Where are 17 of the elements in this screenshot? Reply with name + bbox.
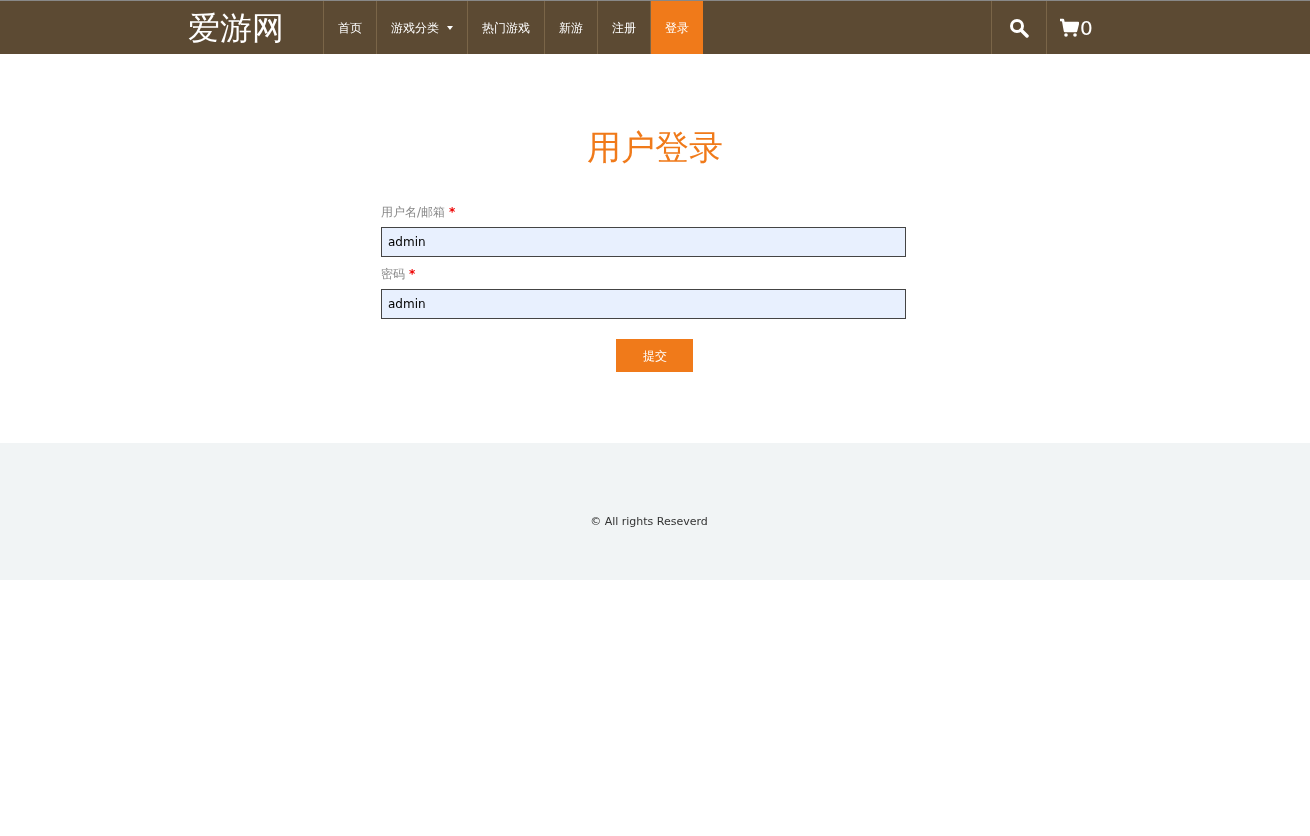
field-label: 用户名/邮箱 <box>381 204 446 221</box>
nav-link[interactable]: 热门游戏 <box>467 1 544 54</box>
nav-link[interactable]: 首页 <box>323 1 376 54</box>
copyright-text: © All rights Reseverd <box>590 514 708 531</box>
cart-count: 0 <box>1080 14 1093 42</box>
nav-link[interactable]: 游戏分类 <box>376 1 467 54</box>
field-label: 密码 <box>381 266 405 283</box>
cart-icon <box>1059 17 1079 38</box>
brand-logo[interactable]: 爱游网 <box>180 1 323 54</box>
nav-link[interactable]: 新游 <box>544 1 597 54</box>
search-icon <box>1009 17 1029 38</box>
input-field[interactable]: admin <box>381 227 906 257</box>
cart-button[interactable]: 0 <box>1046 1 1310 54</box>
input-field[interactable]: admin <box>381 289 906 319</box>
required-mark: * <box>409 266 416 283</box>
required-mark: * <box>449 204 456 221</box>
page-title: 用户登录 <box>587 126 723 169</box>
